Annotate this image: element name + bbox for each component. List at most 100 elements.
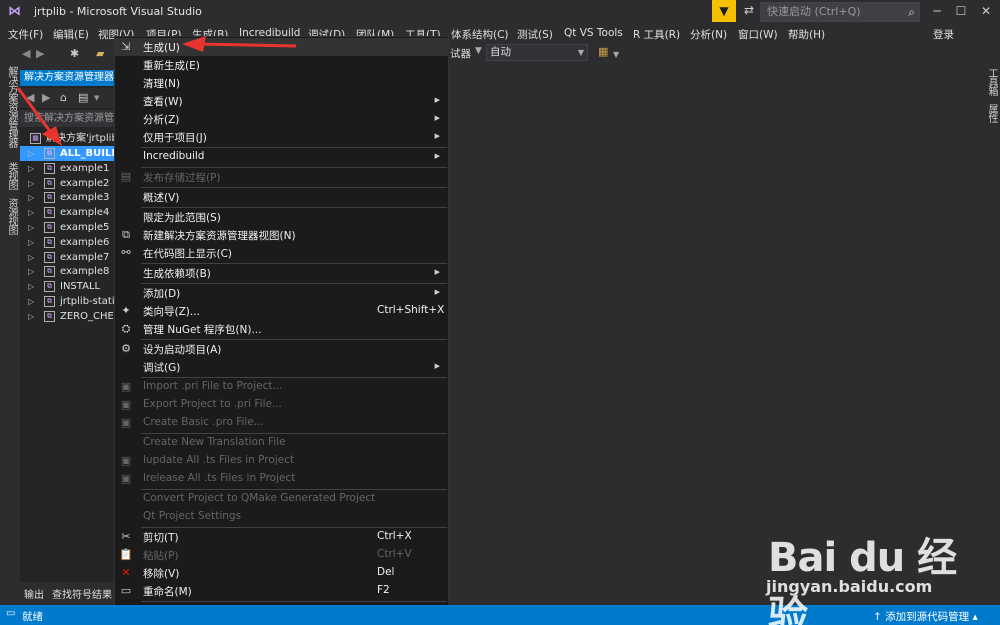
tree-project-item[interactable]: ▷ ⧉ ZERO_CHECK	[20, 309, 116, 324]
tree-project-item[interactable]: ▷ ⧉ example7	[20, 250, 116, 265]
search-icon[interactable]: ⌕	[908, 3, 915, 21]
context-menu-item: Convert Project to QMake Generated Proje…	[115, 490, 448, 508]
tree-project-item[interactable]: ▷ ⧉ example6	[20, 235, 116, 250]
notification-filter-icon[interactable]: ▼	[712, 0, 736, 22]
minimize-button[interactable]: ─	[926, 2, 948, 20]
context-menu-item[interactable]: 调试(G) ▶	[115, 358, 448, 376]
tab-toolbox[interactable]: 工具箱	[984, 68, 999, 95]
expand-arrow-icon[interactable]: ▷	[28, 294, 34, 309]
right-tool-tabs: 工具箱 属性	[980, 64, 1000, 584]
feedback-icon[interactable]: ⇄	[741, 3, 757, 19]
tree-project-item[interactable]: ▷ ⧉ jrtplib-static	[20, 294, 116, 309]
expand-arrow-icon[interactable]: ▷	[28, 309, 34, 324]
solution-explorer-toolbar: ◀ ▶ ⌂ ▤ ▼	[20, 88, 116, 108]
submenu-arrow-icon: ▶	[434, 288, 440, 296]
context-menu-item[interactable]: ▭ 重命名(M) F2	[115, 582, 448, 600]
debugger-label[interactable]: 试器	[450, 46, 471, 61]
context-menu-item[interactable]: 清理(N)	[115, 74, 448, 92]
chevron-down-icon[interactable]: ▼	[475, 46, 482, 56]
solution-node[interactable]: ▦ 解决方案'jrtplib'	[20, 131, 116, 146]
expand-arrow-icon[interactable]: ▷	[28, 279, 34, 294]
tree-project-item[interactable]: ▷ ⧉ example1	[20, 161, 116, 176]
back-icon[interactable]: ◀	[26, 91, 34, 104]
tree-project-label: example4	[60, 207, 110, 219]
context-menu-item[interactable]: ✦ 类向导(Z)... Ctrl+Shift+X	[115, 302, 448, 320]
context-menu-item[interactable]: ⧉ 新建解决方案资源管理器视图(N)	[115, 226, 448, 244]
context-menu-item[interactable]: 重新生成(E)	[115, 56, 448, 74]
context-menu-item[interactable]: ✕ 移除(V) Del	[115, 564, 448, 582]
home-icon[interactable]: ⌂	[60, 91, 67, 104]
switch-views-icon[interactable]: ▤	[78, 91, 88, 104]
context-menu-item[interactable]: ⚯ 在代码图上显示(C)	[115, 244, 448, 262]
context-menu-label: lrelease All .ts Files in Project	[143, 472, 296, 484]
context-menu-item[interactable]: 添加(D) ▶	[115, 284, 448, 302]
toolbar-extra-icon[interactable]: ▦	[598, 45, 608, 58]
tree-project-label: INSTALL	[60, 281, 101, 293]
context-menu-item[interactable]: 分析(Z) ▶	[115, 110, 448, 128]
menu-analyze[interactable]: 分析(N)	[690, 27, 727, 42]
gear-icon: ⚙	[121, 342, 131, 355]
new-project-icon[interactable]: ✱	[70, 47, 79, 60]
back-icon[interactable]: ◀	[22, 47, 30, 60]
context-menu-item: ▤ 发布存储过程(P)	[115, 168, 448, 186]
context-menu-item[interactable]: ⛭ 管理 NuGet 程序包(N)...	[115, 320, 448, 338]
qt-export-icon: ▣	[120, 398, 132, 411]
menu-window[interactable]: 窗口(W)	[738, 27, 778, 42]
menu-edit[interactable]: 编辑(E)	[53, 27, 89, 42]
tab-class-view[interactable]: 类视图	[4, 162, 19, 189]
expand-arrow-icon[interactable]: ▷	[28, 176, 34, 191]
expand-arrow-icon[interactable]: ▷	[28, 161, 34, 176]
tree-project-item[interactable]: ▷ ⧉ example8	[20, 264, 116, 279]
context-menu-item[interactable]: 生成依赖项(B) ▶	[115, 264, 448, 282]
chevron-down-icon[interactable]: ▼	[94, 94, 99, 102]
context-menu-item[interactable]: 限定为此范围(S)	[115, 208, 448, 226]
context-menu-item[interactable]: 概述(V)	[115, 188, 448, 206]
context-menu-item[interactable]: Incredibuild ▶	[115, 148, 448, 166]
expand-arrow-icon[interactable]: ▷	[28, 146, 34, 161]
tab-resource-view[interactable]: 资源视图	[4, 198, 19, 234]
expand-arrow-icon[interactable]: ▷	[28, 205, 34, 220]
forward-icon[interactable]: ▶	[42, 91, 50, 104]
menu-test[interactable]: 测试(S)	[517, 27, 553, 42]
expand-arrow-icon[interactable]: ▷	[28, 250, 34, 265]
menu-help[interactable]: 帮助(H)	[788, 27, 825, 42]
context-menu-label: Create New Translation File	[143, 436, 286, 448]
chevron-down-icon[interactable]: ▼	[613, 50, 619, 59]
cut-icon: ✂	[121, 530, 131, 543]
menu-r-tools[interactable]: R 工具(R)	[633, 27, 680, 42]
menu-architecture[interactable]: 体系结构(C)	[451, 27, 509, 42]
tree-project-item[interactable]: ▷ ⧉ example2	[20, 176, 116, 191]
config-value: 自动	[490, 46, 511, 58]
menu-qt-vs-tools[interactable]: Qt VS Tools	[564, 27, 623, 39]
solution-config-select[interactable]: 自动 ▼	[486, 44, 588, 61]
quick-launch-input[interactable]: 快速启动 (Ctrl+Q) ⌕	[760, 2, 920, 22]
close-button[interactable]: ✕	[975, 2, 997, 20]
context-menu-label: 发布存储过程(P)	[143, 172, 221, 184]
solution-explorer-header[interactable]: 解决方案资源管理器	[20, 70, 116, 86]
tab-find-symbol-results[interactable]: 查找符号结果	[52, 586, 112, 601]
tab-solution-explorer[interactable]: 解决方案资源管理器	[4, 66, 19, 147]
tree-project-item[interactable]: ▷ ⧉ example4	[20, 205, 116, 220]
tree-project-item[interactable]: ▷ ⧉ example3	[20, 190, 116, 205]
tree-project-item[interactable]: ▷ ⧉ ALL_BUILD	[20, 146, 116, 161]
tree-project-item[interactable]: ▷ ⧉ INSTALL	[20, 279, 116, 294]
expand-arrow-icon[interactable]: ▷	[28, 264, 34, 279]
expand-arrow-icon[interactable]: ▷	[28, 235, 34, 250]
context-menu-item[interactable]: ⚙ 设为启动项目(A)	[115, 340, 448, 358]
context-menu-item[interactable]: ✂ 剪切(T) Ctrl+X	[115, 528, 448, 546]
forward-icon[interactable]: ▶	[36, 47, 44, 60]
context-menu-item[interactable]: 仅用于项目(J) ▶	[115, 128, 448, 146]
login-link[interactable]: 登录	[933, 27, 954, 42]
tree-project-item[interactable]: ▷ ⧉ example5	[20, 220, 116, 235]
context-menu-item[interactable]: 查看(W) ▶	[115, 92, 448, 110]
tab-output[interactable]: 输出	[24, 586, 44, 601]
expand-arrow-icon[interactable]: ▷	[28, 190, 34, 205]
context-menu-shortcut: Ctrl+Shift+X	[377, 304, 445, 316]
menu-file[interactable]: 文件(F)	[8, 27, 43, 42]
solution-explorer-search-input[interactable]: 搜索解决方案资源管理器	[20, 110, 116, 127]
expand-arrow-icon[interactable]: ▷	[28, 220, 34, 235]
context-menu-item[interactable]: ⇲ 生成(U)	[115, 38, 448, 56]
open-folder-icon[interactable]: ▰	[96, 47, 104, 60]
maximize-button[interactable]: ☐	[950, 2, 972, 20]
tab-properties[interactable]: 属性	[984, 104, 999, 122]
